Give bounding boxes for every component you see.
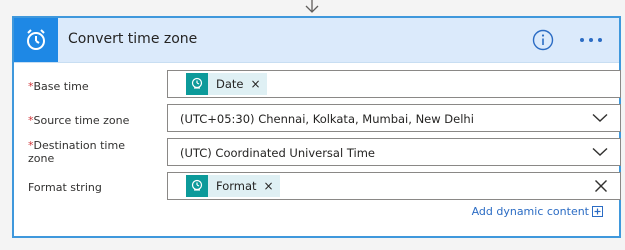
date-token[interactable]: Date × [186,73,267,95]
destination-time-zone-value: (UTC) Coordinated Universal Time [180,146,375,160]
chevron-down-icon[interactable] [592,147,608,157]
card-header[interactable]: Convert time zone [14,18,619,63]
destination-time-zone-dropdown[interactable]: (UTC) Coordinated Universal Time [167,138,621,166]
alarm-clock-icon [14,18,58,62]
connector-arrow-icon [305,0,319,13]
info-icon[interactable] [532,29,554,51]
clock-token-icon [186,175,208,197]
add-dynamic-content-link[interactable]: Add dynamic content [472,205,589,218]
source-time-zone-label: *Source time zone [28,114,130,127]
format-token[interactable]: Format × [186,175,280,197]
destination-time-zone-label: *Destination time zone [28,139,125,165]
format-string-field[interactable]: Format × [167,172,621,200]
convert-time-zone-card: Convert time zone *Base time Date × *Sou… [12,16,621,238]
clear-field-icon[interactable] [594,179,608,193]
format-string-label: Format string [28,181,102,194]
base-time-field[interactable]: Date × [167,70,621,98]
source-time-zone-value: (UTC+05:30) Chennai, Kolkata, Mumbai, Ne… [180,112,474,126]
add-dynamic-content-icon[interactable] [592,206,603,217]
clock-token-icon [186,73,208,95]
more-options-icon[interactable] [578,29,604,51]
remove-token-icon[interactable]: × [251,77,261,91]
action-title: Convert time zone [68,31,198,47]
source-time-zone-dropdown[interactable]: (UTC+05:30) Chennai, Kolkata, Mumbai, Ne… [167,104,621,132]
base-time-label: *Base time [28,80,89,93]
chevron-down-icon[interactable] [592,113,608,123]
remove-token-icon[interactable]: × [264,179,274,193]
